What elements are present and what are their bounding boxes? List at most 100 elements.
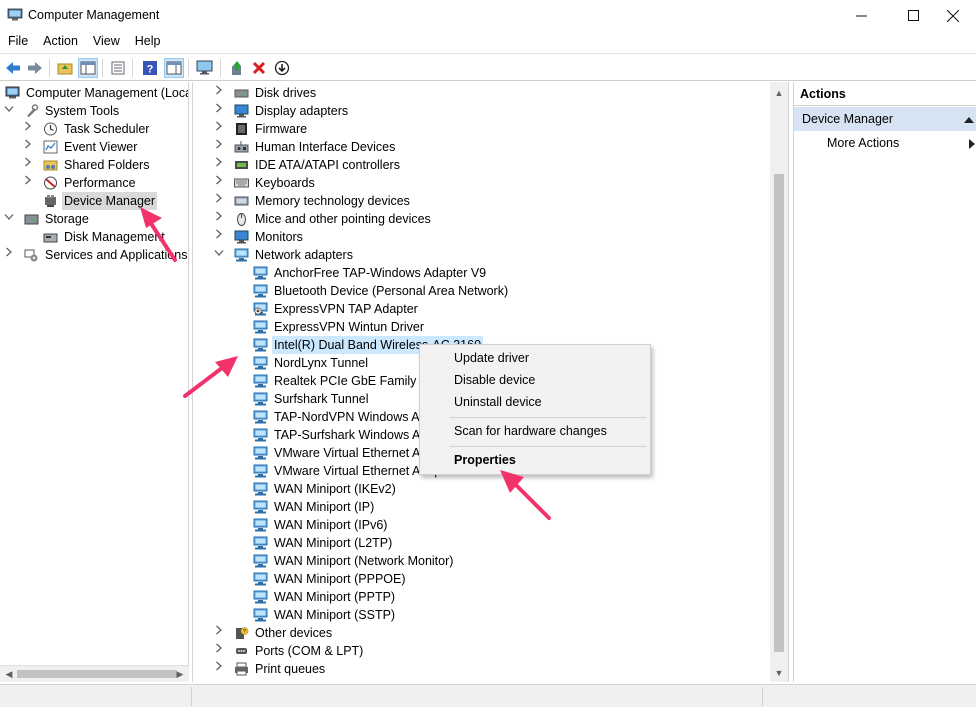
monitor-icon bbox=[234, 104, 249, 118]
device-tree-item[interactable]: WAN Miniport (IKEv2) bbox=[193, 480, 771, 498]
context-properties[interactable]: Properties bbox=[454, 453, 516, 467]
expand-chevron-icon[interactable] bbox=[23, 174, 33, 192]
expand-chevron-icon[interactable] bbox=[214, 156, 224, 174]
device-tree-item[interactable]: WAN Miniport (IP) bbox=[193, 498, 771, 516]
console-tree-item[interactable]: Event Viewer bbox=[0, 138, 188, 156]
console-tree-item[interactable]: Disk Management bbox=[0, 228, 188, 246]
expand-chevron-icon[interactable] bbox=[214, 84, 224, 102]
toolbar-separator bbox=[102, 59, 103, 77]
menu-action[interactable]: Action bbox=[35, 31, 85, 53]
device-tree-item[interactable]: WAN Miniport (Network Monitor) bbox=[193, 552, 771, 570]
context-uninstall-device[interactable]: Uninstall device bbox=[454, 395, 542, 409]
console-tree-item[interactable]: Performance bbox=[0, 174, 188, 192]
expand-chevron-icon[interactable] bbox=[214, 228, 224, 246]
menu-view[interactable]: View bbox=[85, 31, 127, 53]
expand-chevron-icon[interactable] bbox=[214, 624, 224, 642]
minimize-button[interactable] bbox=[838, 0, 884, 31]
device-tree-item[interactable]: Network adapters bbox=[193, 246, 771, 264]
device-tree-item[interactable]: ExpressVPN TAP Adapter bbox=[193, 300, 771, 318]
console-tree-horizontal-scrollbar[interactable]: ◀ ▶ bbox=[0, 665, 189, 682]
console-tree-item[interactable]: Device Manager bbox=[0, 192, 188, 210]
device-tree-vertical-scrollbar[interactable]: ▲ ▼ bbox=[770, 82, 788, 682]
expand-chevron-icon[interactable] bbox=[214, 102, 224, 120]
device-tree-item[interactable]: IDE ATA/ATAPI controllers bbox=[193, 156, 771, 174]
context-scan-hardware-changes[interactable]: Scan for hardware changes bbox=[454, 424, 607, 438]
console-tree-item[interactable]: Shared Folders bbox=[0, 156, 188, 174]
device-tree-item[interactable]: Display adapters bbox=[193, 102, 771, 120]
context-disable-device[interactable]: Disable device bbox=[454, 373, 535, 387]
device-tree-item[interactable]: Ports (COM & LPT) bbox=[193, 642, 771, 660]
scroll-up-icon[interactable]: ▲ bbox=[770, 84, 788, 101]
expand-chevron-icon[interactable] bbox=[214, 192, 224, 210]
device-tree-item[interactable]: Monitors bbox=[193, 228, 771, 246]
monitor-scan-icon bbox=[196, 60, 213, 75]
tree-item-label: System Tools bbox=[45, 104, 120, 118]
help-button[interactable]: ? bbox=[140, 58, 160, 78]
disable-device-button[interactable] bbox=[272, 58, 292, 78]
show-hide-console-tree-button[interactable] bbox=[78, 58, 98, 78]
device-tree-item[interactable]: Keyboards bbox=[193, 174, 771, 192]
expand-chevron-icon[interactable] bbox=[4, 246, 14, 264]
device-tree-item[interactable]: Print queues bbox=[193, 660, 771, 678]
collapse-chevron-icon[interactable] bbox=[214, 246, 224, 264]
context-update-driver[interactable]: Update driver bbox=[454, 351, 529, 365]
tree-item-label: WAN Miniport (PPPOE) bbox=[274, 572, 406, 586]
expand-chevron-icon[interactable] bbox=[23, 120, 33, 138]
expand-chevron-icon[interactable] bbox=[214, 660, 224, 678]
device-tree-item[interactable]: WAN Miniport (PPPOE) bbox=[193, 570, 771, 588]
device-tree-item[interactable]: Disk drives bbox=[193, 84, 771, 102]
device-tree-item[interactable]: AnchorFree TAP-Windows Adapter V9 bbox=[193, 264, 771, 282]
collapse-chevron-icon[interactable] bbox=[4, 210, 14, 228]
close-window-button[interactable] bbox=[930, 0, 976, 31]
network-adapter-icon bbox=[253, 554, 268, 568]
device-tree-item[interactable]: WAN Miniport (SSTP) bbox=[193, 606, 771, 624]
tree-item-label: Computer Management (Local bbox=[26, 86, 189, 100]
device-tree-item[interactable]: ? Other devices bbox=[193, 624, 771, 642]
uninstall-device-button[interactable] bbox=[249, 58, 269, 78]
expand-chevron-icon[interactable] bbox=[214, 210, 224, 228]
device-tree-item[interactable]: Mice and other pointing devices bbox=[193, 210, 771, 228]
expand-chevron-icon[interactable] bbox=[214, 642, 224, 660]
actions-section-device-manager[interactable]: Device Manager bbox=[794, 107, 976, 131]
expand-chevron-icon[interactable] bbox=[214, 174, 224, 192]
expand-chevron-icon[interactable] bbox=[23, 138, 33, 156]
scrollbar-thumb[interactable] bbox=[17, 670, 177, 678]
console-tree-item[interactable]: System Tools bbox=[0, 102, 188, 120]
device-tree-item[interactable]: Firmware bbox=[193, 120, 771, 138]
menu-help[interactable]: Help bbox=[127, 31, 168, 53]
expand-chevron-icon[interactable] bbox=[23, 156, 33, 174]
device-tree-item[interactable]: Bluetooth Device (Personal Area Network) bbox=[193, 282, 771, 300]
device-tree-item[interactable]: WAN Miniport (L2TP) bbox=[193, 534, 771, 552]
console-tree-item[interactable]: Task Scheduler bbox=[0, 120, 188, 138]
show-hide-action-pane-button[interactable] bbox=[164, 58, 184, 78]
red-x-icon bbox=[252, 61, 266, 75]
expand-chevron-icon[interactable] bbox=[214, 120, 224, 138]
scroll-left-icon[interactable]: ◀ bbox=[0, 666, 18, 683]
device-tree-item[interactable]: WAN Miniport (IPv6) bbox=[193, 516, 771, 534]
update-driver-button[interactable] bbox=[227, 58, 247, 78]
console-tree-item[interactable]: Services and Applications bbox=[0, 246, 188, 264]
collapse-up-icon[interactable] bbox=[964, 116, 974, 123]
submenu-arrow-icon bbox=[969, 139, 975, 149]
console-tree-item[interactable]: Computer Management (Local bbox=[0, 84, 189, 102]
scan-hardware-button[interactable] bbox=[195, 58, 215, 78]
device-tree-item[interactable]: Memory technology devices bbox=[193, 192, 771, 210]
device-tree-item[interactable]: WAN Miniport (PPTP) bbox=[193, 588, 771, 606]
scroll-down-icon[interactable]: ▼ bbox=[770, 664, 788, 681]
tree-item-label: WAN Miniport (L2TP) bbox=[274, 536, 393, 550]
menu-file[interactable]: File bbox=[0, 31, 35, 53]
collapse-chevron-icon[interactable] bbox=[4, 102, 14, 120]
device-tree-item[interactable]: Human Interface Devices bbox=[193, 138, 771, 156]
console-tree-item[interactable]: Storage bbox=[0, 210, 188, 228]
up-one-level-button[interactable] bbox=[55, 58, 75, 78]
scrollbar-thumb[interactable] bbox=[774, 174, 784, 652]
forward-button[interactable] bbox=[25, 58, 45, 78]
expand-chevron-icon[interactable] bbox=[214, 138, 224, 156]
back-button[interactable] bbox=[3, 58, 23, 78]
device-manager-icon bbox=[43, 194, 58, 208]
more-actions-item[interactable]: More Actions bbox=[827, 133, 899, 153]
export-list-button[interactable] bbox=[108, 58, 128, 78]
title-bar: Computer Management bbox=[0, 0, 976, 31]
device-tree-item[interactable]: ExpressVPN Wintun Driver bbox=[193, 318, 771, 336]
scroll-right-icon[interactable]: ▶ bbox=[171, 666, 189, 683]
